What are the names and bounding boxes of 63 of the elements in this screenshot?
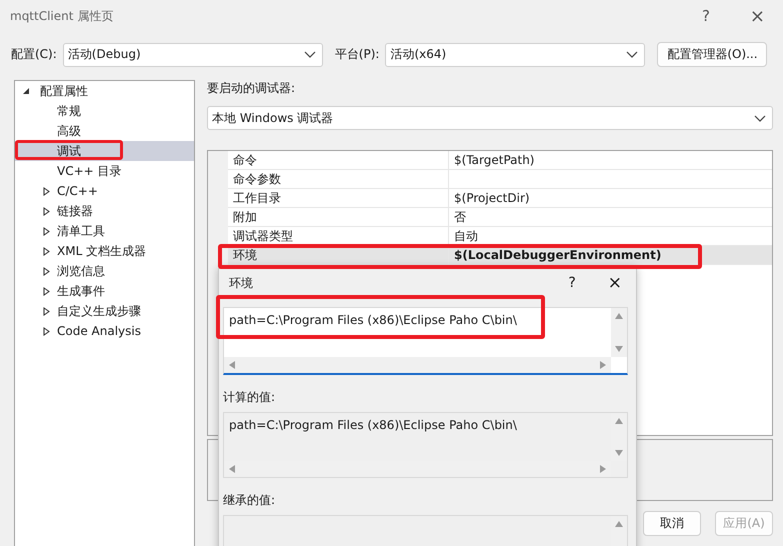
tree-item[interactable]: 浏览信息 bbox=[15, 261, 194, 281]
collapsed-triangle-icon[interactable] bbox=[43, 286, 51, 296]
expanded-triangle-icon[interactable] bbox=[22, 87, 30, 95]
computed-label: 计算的值: bbox=[223, 389, 276, 406]
property-value[interactable]: $(ProjectDir) bbox=[449, 189, 772, 208]
property-name[interactable]: 命令参数 bbox=[228, 170, 449, 189]
tree-item[interactable]: 配置属性 bbox=[15, 81, 194, 101]
tree-item[interactable]: 高级 bbox=[15, 121, 194, 141]
inherited-label: 继承的值: bbox=[223, 492, 276, 509]
window-title: mqttClient 属性页 bbox=[10, 8, 114, 24]
config-dropdown[interactable]: 活动(Debug) bbox=[62, 42, 323, 66]
scroll-right-icon[interactable] bbox=[600, 465, 606, 473]
property-value[interactable]: $(TargetPath) bbox=[449, 151, 772, 170]
environment-value[interactable]: path=C:\Program Files (x86)\Eclipse Paho C\bin\ bbox=[229, 313, 517, 327]
tree-item[interactable]: VC++ 目录 bbox=[15, 161, 194, 181]
collapsed-triangle-icon[interactable] bbox=[43, 246, 51, 256]
debugger-dropdown[interactable]: 本地 Windows 调试器 bbox=[207, 106, 773, 130]
text-area[interactable]: path=C:\Program Files (x86)\Eclipse Paho C\bin\ bbox=[223, 307, 628, 375]
horizontal-scrollbar[interactable] bbox=[224, 357, 611, 373]
platform-dropdown[interactable]: 活动(x64) bbox=[385, 42, 646, 66]
scroll-right-icon[interactable] bbox=[600, 361, 606, 369]
scroll-up-icon[interactable] bbox=[615, 418, 623, 424]
property-name[interactable]: 调试器类型 bbox=[228, 227, 449, 246]
debugger-label: 要启动的调试器: bbox=[207, 80, 296, 96]
tree-item[interactable]: 清单工具 bbox=[15, 221, 194, 241]
chevron-down-icon bbox=[754, 114, 766, 122]
property-value[interactable]: 否 bbox=[449, 208, 772, 227]
collapsed-triangle-icon[interactable] bbox=[43, 206, 51, 216]
vertical-scrollbar[interactable] bbox=[611, 308, 627, 357]
scroll-left-icon[interactable] bbox=[229, 465, 235, 473]
config-label: 配置(C): bbox=[11, 46, 57, 63]
tree-item[interactable]: 自定义生成步骤 bbox=[15, 301, 194, 321]
config-manager-button[interactable]: 配置管理器(O)... bbox=[657, 42, 768, 67]
property-name[interactable]: 命令 bbox=[228, 151, 449, 170]
chevron-down-icon bbox=[626, 51, 638, 58]
property-name[interactable]: 附加 bbox=[228, 208, 449, 227]
collapsed-triangle-icon[interactable] bbox=[43, 326, 51, 336]
chevron-down-icon bbox=[304, 51, 316, 58]
dialog-title: 环境 bbox=[229, 274, 254, 292]
computed-value: path=C:\Program Files (x86)\Eclipse Paho C\bin\ bbox=[229, 418, 517, 432]
scroll-up-icon[interactable] bbox=[615, 521, 623, 527]
tree-item[interactable]: C/C++ bbox=[15, 181, 194, 201]
collapsed-triangle-icon[interactable] bbox=[43, 306, 51, 316]
tree-item[interactable]: 常规 bbox=[15, 101, 194, 121]
scroll-down-icon[interactable] bbox=[615, 450, 623, 456]
tree-item[interactable]: 链接器 bbox=[15, 201, 194, 221]
close-button[interactable]: × bbox=[750, 6, 765, 26]
tree-item[interactable]: 生成事件 bbox=[15, 281, 194, 301]
help-button[interactable]: ? bbox=[568, 275, 576, 291]
property-value[interactable]: $(LocalDebuggerEnvironment) bbox=[449, 246, 772, 265]
scroll-up-icon[interactable] bbox=[615, 313, 623, 319]
close-button[interactable]: × bbox=[608, 273, 622, 293]
tree-item[interactable]: Code Analysis bbox=[15, 321, 194, 341]
tree-item[interactable]: XML 文档生成器 bbox=[15, 241, 194, 261]
scroll-left-icon[interactable] bbox=[229, 361, 235, 369]
property-name[interactable]: 工作目录 bbox=[228, 189, 449, 208]
collapsed-triangle-icon[interactable] bbox=[43, 226, 51, 236]
scroll-down-icon[interactable] bbox=[615, 346, 623, 352]
help-button[interactable]: ? bbox=[702, 7, 710, 25]
collapsed-triangle-icon[interactable] bbox=[43, 186, 51, 196]
platform-label: 平台(P): bbox=[334, 46, 380, 63]
collapsed-triangle-icon[interactable] bbox=[43, 266, 51, 276]
dialog-button[interactable]: 取消 bbox=[643, 511, 701, 536]
